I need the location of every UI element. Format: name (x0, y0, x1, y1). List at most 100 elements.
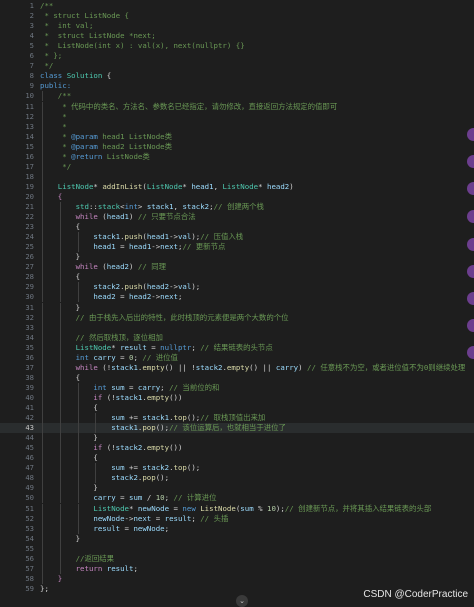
code-token: /** (40, 91, 72, 101)
code-line[interactable]: 47 sum += stack2.top(); (0, 463, 474, 474)
line-number: 53 (25, 523, 34, 533)
code-token: ListNode (146, 181, 183, 191)
code-token: -> (169, 232, 178, 242)
code-line[interactable]: 49 } (0, 483, 474, 494)
code-line[interactable]: 27 while (head2) // 同理 (0, 262, 474, 273)
code-line[interactable]: 26 } (0, 252, 474, 263)
code-line[interactable]: 54 } (0, 533, 474, 544)
code-line[interactable]: 22 while (head1) // 只要节点合法 (0, 212, 474, 223)
code-token: (); (186, 413, 201, 423)
code-text: carry = sum / 10; // 计算进位 (40, 493, 216, 503)
code-line[interactable]: 23 { (0, 222, 474, 233)
code-line[interactable]: 45 if (!stack2.empty()) (0, 443, 474, 454)
code-line[interactable]: 10 /** (0, 91, 474, 102)
code-token: head1 ListNode类 (97, 131, 172, 141)
code-line[interactable]: 33 (0, 322, 474, 333)
code-token: { (40, 372, 81, 382)
code-line[interactable]: 16 * @return ListNode类 (0, 151, 474, 162)
code-line[interactable]: 24 stack1.push(head1->val);// 压值入栈 (0, 232, 474, 243)
code-line[interactable]: 6 * }; (0, 51, 474, 61)
code-token: int (124, 202, 138, 211)
side-marker[interactable] (467, 265, 474, 278)
side-marker[interactable] (467, 128, 474, 141)
code-line[interactable]: 37 while (!stack1.empty() || !stack2.emp… (0, 362, 474, 373)
code-line[interactable]: 40 if (!stack1.empty()) (0, 392, 474, 403)
code-token: (! (106, 392, 116, 402)
code-line[interactable]: 46 { (0, 453, 474, 464)
code-token: result (164, 513, 192, 523)
code-line[interactable]: 50 carry = sum / 10; // 计算进位 (0, 493, 474, 504)
code-line[interactable]: 51 ListNode* newNode = new ListNode(sum … (0, 503, 474, 514)
code-line[interactable]: 57 return result; (0, 563, 474, 574)
code-line[interactable]: 25 head1 = head1->next;// 更新节点 (0, 242, 474, 253)
code-token: Solution (66, 71, 107, 81)
code-line[interactable]: 55 (0, 543, 474, 554)
code-line[interactable]: 9 public: (0, 81, 474, 91)
side-marker[interactable] (467, 238, 474, 251)
code-token: { (106, 71, 112, 81)
code-line[interactable]: 15 * @param head2 ListNode类 (0, 141, 474, 152)
code-line[interactable]: 20 { (0, 191, 474, 202)
code-line[interactable]: 52 newNode->next = result; // 头插 (0, 513, 474, 524)
code-line[interactable]: 1 /** (0, 1, 474, 11)
code-line[interactable]: 4 * struct ListNode *next; (0, 31, 474, 41)
code-line[interactable]: 19 ListNode* addInList(ListNode* head1, … (0, 181, 474, 192)
code-line[interactable]: 44 } (0, 433, 474, 444)
side-marker[interactable] (467, 182, 474, 195)
code-line[interactable]: 35 ListNode* result = nullptr; // 结果链表的头… (0, 342, 474, 353)
indent-guide (42, 171, 43, 182)
code-line[interactable]: 29 stack2.push(head2->val); (0, 282, 474, 293)
code-token: = (151, 513, 165, 523)
indent-guide (59, 543, 61, 554)
code-line[interactable]: 42 sum += stack1.top();// 取栈顶值出来加 (0, 413, 474, 424)
code-line[interactable]: 48 stack2.pop(); (0, 473, 474, 484)
code-token: ; (164, 523, 170, 533)
code-text: * (40, 122, 66, 132)
code-line[interactable]: 8 class Solution { (0, 71, 474, 81)
code-token: ) (298, 362, 308, 372)
code-text: * (40, 112, 66, 122)
code-line[interactable]: 5 * ListNode(int x) : val(x), next(nullp… (0, 41, 474, 51)
side-marker[interactable] (467, 346, 474, 359)
code-line[interactable]: 38 { (0, 372, 474, 383)
code-token: sum (40, 413, 125, 423)
code-text: while (head1) // 只要节点合法 (40, 212, 196, 222)
code-line[interactable]: 21 std::stack<int> stack1, stack2;// 创建两… (0, 202, 474, 213)
code-line[interactable]: 43 stack1.pop();// 该位运算后，也就相当于进位了 (0, 423, 474, 434)
code-line[interactable]: 7 */ (0, 61, 474, 71)
line-number: 11 (25, 101, 34, 111)
code-token: stack (97, 202, 121, 211)
code-line[interactable]: 12 * (0, 111, 474, 122)
code-line[interactable]: 18 (0, 171, 474, 182)
code-editor[interactable]: 1/** 2 * struct ListNode {3 * int val; 4 *… (0, 0, 474, 603)
side-marker[interactable] (467, 155, 474, 168)
code-line[interactable]: 41 { (0, 403, 474, 414)
code-line[interactable]: 11 * 代码中的类名、方法名、参数名已经指定，请勿修改，直接返回方法规定的值即… (0, 101, 474, 112)
code-token: int (40, 352, 94, 362)
code-line[interactable]: 30 head2 = head2->next; (0, 292, 474, 303)
line-number: 31 (25, 302, 34, 312)
code-line[interactable]: 34 // 然后取栈顶，逐位相加 (0, 332, 474, 343)
side-marker[interactable] (467, 292, 474, 305)
code-line[interactable]: 32 // 由于栈先入后出的特性，此时栈顶的元素便是两个大数的个位 (0, 312, 474, 323)
code-token: // 计算进位 (173, 493, 217, 503)
code-token: }; (40, 583, 49, 593)
chevron-down-icon[interactable]: ⌄ (236, 595, 248, 607)
code-line[interactable]: 14 * @param head1 ListNode类 (0, 131, 474, 142)
code-line[interactable]: 3 * int val; (0, 21, 474, 31)
code-line[interactable]: 31 } (0, 302, 474, 313)
code-line[interactable]: 56 //返回结果 (0, 553, 474, 564)
side-marker[interactable] (467, 319, 474, 332)
code-token: head2 (146, 282, 170, 292)
code-token: ListNode (40, 503, 129, 513)
code-line[interactable]: 53 result = newNode; (0, 523, 474, 534)
code-line[interactable]: 28 { (0, 272, 474, 283)
code-line[interactable]: 17 */ (0, 161, 474, 172)
code-line[interactable]: 58 } (0, 573, 474, 584)
code-line[interactable]: 39 int sum = carry; // 当前位的和 (0, 382, 474, 393)
code-line[interactable]: 36 int carry = 0; // 进位值 (0, 352, 474, 363)
code-line[interactable]: 2 * struct ListNode { (0, 11, 474, 21)
side-marker[interactable] (467, 210, 474, 223)
code-line[interactable]: 13 * (0, 121, 474, 132)
line-number: 13 (25, 121, 34, 131)
